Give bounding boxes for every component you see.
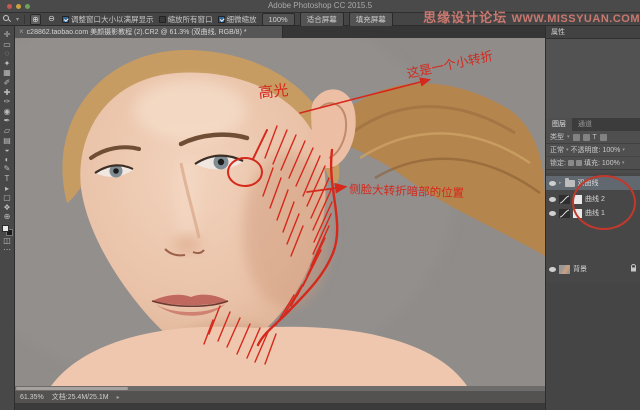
chevron-down-icon[interactable]: ▾: [567, 134, 570, 140]
checkbox-label: 细微缩放: [227, 14, 257, 25]
lock-icon: [630, 264, 637, 274]
zoom-100-button[interactable]: 100%: [262, 13, 295, 26]
status-doc-info: 文档:25.4M/25.1M: [52, 392, 109, 402]
window-title: Adobe Photoshop CC 2015.5: [0, 1, 640, 10]
document-tab[interactable]: ×c28862.taobao.com 美颜摄影教程 (2).CR2 @ 61.3…: [15, 26, 283, 38]
gradient-tool[interactable]: ▤: [1, 136, 14, 146]
eyedropper-tool[interactable]: ✐: [1, 78, 14, 88]
checkbox-icon: [159, 16, 166, 23]
status-zoom-level[interactable]: 61.35%: [20, 394, 44, 401]
zoom-in-button[interactable]: ⊕: [30, 14, 41, 25]
filter-shape-icon[interactable]: [600, 134, 607, 141]
lock-label: 锁定:: [550, 158, 566, 168]
chevron-down-icon: ▾: [622, 147, 625, 153]
photo-thumbnail: [559, 265, 570, 274]
healing-brush-tool[interactable]: ✚: [1, 88, 14, 98]
quick-selection-tool[interactable]: ✦: [1, 59, 14, 69]
shape-tool[interactable]: ▢: [1, 193, 14, 203]
layers-panel-empty-area: [546, 283, 640, 410]
chevron-down-icon: ▾: [566, 147, 569, 153]
zoom-all-windows-checkbox[interactable]: 缩放所有窗口: [159, 14, 213, 25]
color-swatches[interactable]: [2, 225, 13, 236]
group-folder-icon: [565, 180, 575, 187]
zoom-tool-icon[interactable]: [3, 15, 11, 23]
properties-panel-tab[interactable]: 属性: [546, 26, 640, 39]
zoom-out-button[interactable]: ⊖: [46, 14, 57, 25]
properties-panel-body: [546, 39, 640, 118]
photo-portrait: 高光 这是一个小转折 侧脸大转折暗部的位置: [15, 38, 545, 386]
clone-stamp-tool[interactable]: ◉: [1, 107, 14, 117]
chevron-right-icon[interactable]: ▸: [559, 180, 562, 186]
layer-name: 背景: [573, 264, 587, 274]
lock-position-icon[interactable]: [576, 160, 582, 166]
move-tool[interactable]: ✛: [1, 30, 14, 40]
opacity-value[interactable]: 100%: [602, 147, 620, 154]
checkbox-label: 调整窗口大小以满屏显示: [71, 14, 154, 25]
foreground-color-swatch[interactable]: [2, 225, 9, 232]
layers-panel-tabs: 图层 通道: [546, 118, 640, 131]
blend-opacity-row: 正常 ▾ 不透明度: 100% ▾: [546, 144, 640, 157]
close-tab-icon[interactable]: ×: [19, 27, 24, 36]
quick-mask-icon[interactable]: ◫: [1, 236, 14, 246]
document-tab-label: c28862.taobao.com 美颜摄影教程 (2).CR2 @ 61.3%…: [27, 29, 247, 36]
type-tool[interactable]: T: [1, 174, 14, 184]
eye-icon[interactable]: [549, 181, 556, 186]
divider: [24, 15, 25, 24]
tool-options-bar: ▾ ⊕ ⊖ 调整窗口大小以满屏显示 缩放所有窗口 细微缩放 100% 适合屏幕 …: [0, 13, 640, 26]
checkbox-label: 缩放所有窗口: [168, 14, 213, 25]
fill-screen-button[interactable]: 填充屏幕: [349, 12, 393, 27]
curves-thumbnail: [559, 209, 570, 218]
blend-mode-select[interactable]: 正常: [550, 145, 564, 155]
layer-row-background[interactable]: 背景: [546, 262, 640, 276]
lock-fill-row: 锁定: 填充: 100% ▾: [546, 157, 640, 170]
scrollbar-thumb[interactable]: [16, 387, 128, 390]
status-bar: 61.35% 文档:25.4M/25.1M ▸: [15, 391, 545, 403]
eye-icon[interactable]: [549, 267, 556, 272]
screen-mode-icon[interactable]: ⋯: [1, 245, 14, 255]
opacity-label: 不透明度:: [571, 145, 601, 155]
blur-tool[interactable]: ◒: [1, 145, 14, 155]
zoom-tool[interactable]: ⊕: [1, 212, 14, 222]
brush-tool[interactable]: ✑: [1, 97, 14, 107]
crop-tool[interactable]: ▦: [1, 68, 14, 78]
tab-channels[interactable]: 通道: [572, 118, 598, 131]
lasso-tool[interactable]: ◌: [1, 49, 14, 59]
filter-type-icon[interactable]: T: [593, 134, 597, 141]
tools-panel: ✛ ▭ ◌ ✦ ▦ ✐ ✚ ✑ ◉ ✒ ▱ ▤ ◒ ◐ ✎ T ▸ ▢ ❖ ⊕ …: [0, 26, 15, 410]
chevron-down-icon: ▾: [622, 160, 625, 166]
status-chevron-icon[interactable]: ▸: [117, 394, 120, 401]
filter-adjustment-icon[interactable]: [583, 134, 590, 141]
resize-windows-checkbox[interactable]: 调整窗口大小以满屏显示: [62, 14, 154, 25]
eraser-tool[interactable]: ▱: [1, 126, 14, 136]
scrubby-zoom-checkbox[interactable]: 细微缩放: [218, 14, 257, 25]
fill-value[interactable]: 100%: [602, 160, 620, 167]
curves-thumbnail: [559, 195, 570, 204]
photoshop-window: Adobe Photoshop CC 2015.5 ▾ ⊕ ⊖ 调整窗口大小以满…: [0, 0, 640, 410]
path-selection-tool[interactable]: ▸: [1, 184, 14, 194]
tab-layers[interactable]: 图层: [546, 118, 572, 131]
highlight-label: 高光: [258, 82, 290, 102]
fit-screen-button[interactable]: 适合屏幕: [300, 12, 344, 27]
fill-label: 填充:: [584, 158, 600, 168]
layers-highlight-ellipse: [572, 175, 636, 230]
marquee-tool[interactable]: ▭: [1, 40, 14, 50]
document-tab-bar: ×c28862.taobao.com 美颜摄影教程 (2).CR2 @ 61.3…: [15, 26, 545, 38]
lock-pixels-icon[interactable]: [568, 160, 574, 166]
filter-pixel-icon[interactable]: [573, 134, 580, 141]
checkbox-icon: [218, 16, 225, 23]
history-brush-tool[interactable]: ✒: [1, 116, 14, 126]
filter-type-label[interactable]: 类型: [550, 132, 564, 142]
layer-filter-row: 类型 ▾ T: [546, 131, 640, 144]
tool-preset-caret-icon[interactable]: ▾: [16, 16, 19, 23]
document-canvas[interactable]: 高光 这是一个小转折 侧脸大转折暗部的位置: [15, 38, 545, 386]
eye-icon[interactable]: [549, 197, 556, 202]
checkbox-icon: [62, 16, 69, 23]
eye-icon[interactable]: [549, 211, 556, 216]
hand-tool[interactable]: ❖: [1, 203, 14, 213]
pen-tool[interactable]: ✎: [1, 164, 14, 174]
dodge-tool[interactable]: ◐: [1, 155, 14, 165]
